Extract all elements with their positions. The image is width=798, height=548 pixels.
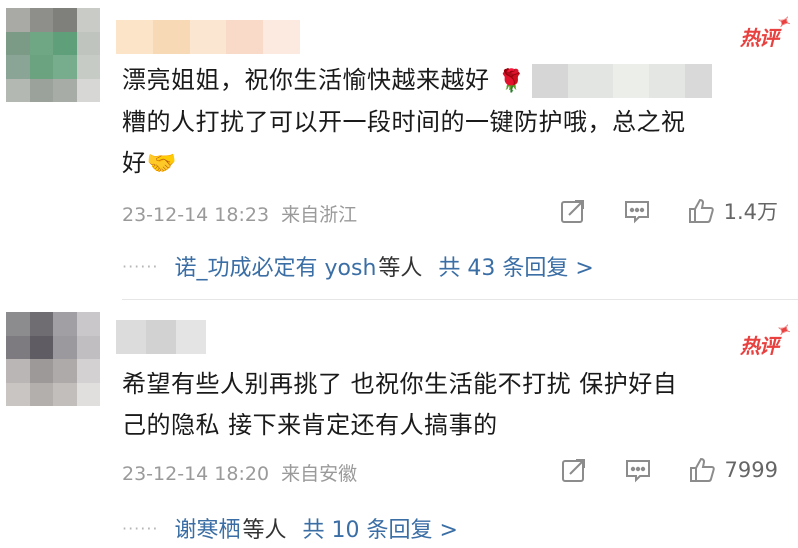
like-icon <box>688 198 714 223</box>
view-replies-link[interactable]: 共 10 条回复 > <box>303 512 458 544</box>
location: 来自安徽 <box>281 463 358 485</box>
like-icon <box>689 457 715 482</box>
reply-user-link[interactable]: 诺_功成必定有 yosh <box>175 250 377 282</box>
timestamp: 23-12-14 18:23 <box>122 204 270 226</box>
rose-icon: 🌹 <box>497 69 526 94</box>
share-button[interactable] <box>559 455 589 485</box>
share-button[interactable] <box>558 196 588 226</box>
like-count: 1.4万 <box>723 200 778 224</box>
reply-summary[interactable]: ······ 诺_功成必定有 yosh 等人 共 43 条回复 > <box>122 250 594 282</box>
reply-summary[interactable]: ······ 谢寒栖 等人 共 10 条回复 > <box>122 512 458 544</box>
view-replies-link[interactable]: 共 43 条回复 > <box>438 250 593 282</box>
location: 来自浙江 <box>281 204 358 226</box>
comment-item-2: 热评 ✦ 希望有些人别再挑了 也祝你生活能不打扰 保护好自 己的隐私 接下来肯定还… <box>0 300 798 548</box>
comment-text: 漂亮姐姐，祝你生活愉快越来越好 🌹 糟的人打扰了可以开一段时间的一键防护哦，总之… <box>122 60 772 184</box>
comment-text: 希望有些人别再挑了 也祝你生活能不打扰 保护好自 己的隐私 接下来肯定还有人搞事… <box>122 370 678 439</box>
comment-meta: 23-12-14 18:20 来自安徽 <box>122 459 357 486</box>
like-button[interactable]: 1.4万 <box>686 196 778 226</box>
handshake-icon: 🤝 <box>146 149 177 177</box>
comment-item-1: 热评 ✦ 漂亮姐姐，祝你生活愉快越来越好 🌹 糟的人打扰了可以开一段时间的一键防护… <box>0 0 798 300</box>
username-blurred[interactable] <box>116 20 300 54</box>
timestamp: 23-12-14 18:20 <box>122 463 270 485</box>
share-icon <box>560 200 584 223</box>
comment-icon <box>625 460 650 483</box>
comment-actions: 1.4万 <box>524 196 778 226</box>
avatar[interactable] <box>6 8 100 102</box>
reply-button[interactable] <box>623 455 653 485</box>
comment-meta: 23-12-14 18:23 来自浙江 <box>122 200 357 227</box>
share-icon <box>561 459 585 482</box>
blurred-text <box>531 64 712 98</box>
avatar[interactable] <box>6 312 100 406</box>
reply-button[interactable] <box>622 196 652 226</box>
hot-comment-badge: 热评 ✦ <box>740 10 791 50</box>
username-blurred[interactable] <box>116 320 206 354</box>
reply-user-link[interactable]: 谢寒栖 <box>175 512 241 544</box>
comment-icon <box>624 201 649 224</box>
like-button[interactable]: 7999 <box>687 455 778 485</box>
comment-actions: 7999 <box>525 455 778 485</box>
hot-comment-badge: 热评 ✦ <box>740 318 791 358</box>
like-count: 7999 <box>724 458 778 482</box>
